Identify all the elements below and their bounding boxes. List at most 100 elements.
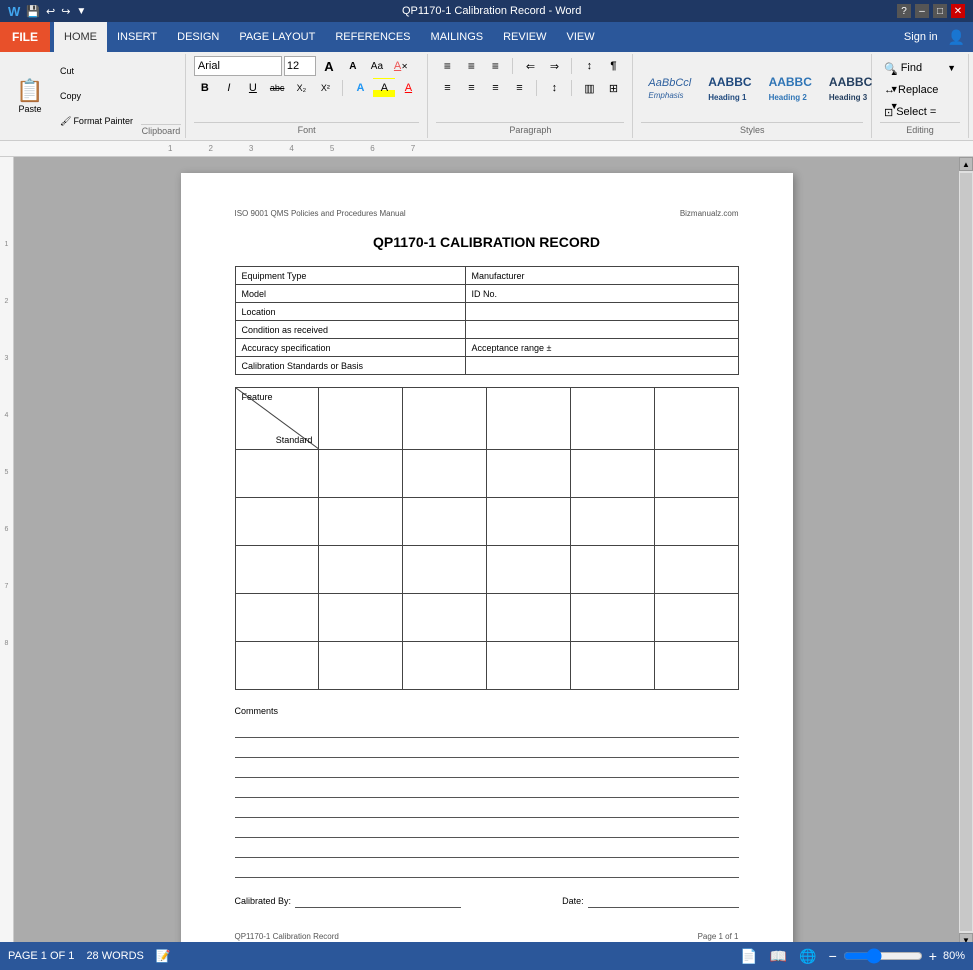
font-name-input[interactable]: [194, 56, 282, 76]
format-painter-button[interactable]: 🖌 Format Painter: [56, 114, 137, 129]
tab-mailings[interactable]: MAILINGS: [421, 22, 494, 52]
line-spacing-button[interactable]: ↕: [543, 78, 565, 98]
data-cell: [235, 594, 319, 642]
font-grow-button[interactable]: A: [318, 56, 340, 76]
zoom-level: 80%: [943, 950, 965, 962]
web-layout-button[interactable]: 🌐: [797, 946, 818, 967]
data-cell: [570, 594, 654, 642]
close-button[interactable]: ✕: [951, 4, 965, 18]
style-heading1[interactable]: AABBCHeading 1: [701, 72, 758, 106]
tab-view[interactable]: VIEW: [557, 22, 605, 52]
date-field: Date:: [562, 894, 738, 908]
change-case-button[interactable]: Aa: [366, 56, 388, 76]
select-button[interactable]: ⊡ Select =: [880, 102, 960, 122]
align-right-button[interactable]: ≡: [484, 78, 506, 98]
restore-button[interactable]: □: [933, 4, 947, 18]
italic-button[interactable]: I: [218, 78, 240, 98]
borders-button[interactable]: ⊞: [602, 78, 624, 98]
tab-design[interactable]: DESIGN: [167, 22, 229, 52]
superscript-button[interactable]: X²: [314, 78, 336, 98]
para-sep4: [571, 80, 572, 96]
align-left-button[interactable]: ≡: [436, 78, 458, 98]
read-mode-button[interactable]: 📖: [768, 946, 789, 967]
data-cell: [570, 498, 654, 546]
strikethrough-button[interactable]: abc: [266, 78, 289, 98]
font-shrink-button[interactable]: A: [342, 56, 364, 76]
zoom-in-button[interactable]: +: [927, 946, 939, 966]
style-heading2[interactable]: AABBCHeading 2: [762, 72, 819, 106]
tab-page-layout[interactable]: PAGE LAYOUT: [229, 22, 325, 52]
find-button[interactable]: 🔍 Find ▼: [880, 58, 960, 78]
replace-icon: ↔: [884, 84, 895, 96]
manufacturer-label: Manufacturer: [465, 267, 738, 285]
cut-button[interactable]: Cut: [56, 64, 137, 78]
highlight-button[interactable]: A: [373, 78, 395, 98]
multilevel-button[interactable]: ≡: [484, 56, 506, 76]
underline-button[interactable]: U: [242, 78, 264, 98]
copy-button[interactable]: Copy: [56, 89, 137, 103]
model-label: Model: [235, 285, 465, 303]
feature-col-4: [570, 388, 654, 450]
date-label: Date:: [562, 896, 584, 906]
feature-standard-header: Feature Standard: [235, 388, 319, 450]
editing-buttons: 🔍 Find ▼ ↔ Replace ⊡ Select =: [880, 56, 960, 122]
data-cell: [235, 450, 319, 498]
scroll-thumb[interactable]: [960, 173, 972, 931]
data-cell: [403, 642, 487, 690]
print-layout-view-button[interactable]: 📄: [738, 946, 759, 967]
decrease-indent-button[interactable]: ⇐: [519, 56, 541, 76]
paste-label: Paste: [18, 104, 41, 114]
quick-access-undo[interactable]: ↩: [46, 5, 55, 18]
data-cell: [403, 450, 487, 498]
justify-button[interactable]: ≡: [508, 78, 530, 98]
standard-label: Standard: [276, 435, 313, 445]
tab-insert[interactable]: INSERT: [107, 22, 167, 52]
user-options-icon[interactable]: 👤: [948, 29, 973, 46]
center-button[interactable]: ≡: [460, 78, 482, 98]
font-color-button[interactable]: A: [397, 78, 419, 98]
table-row: Location: [235, 303, 738, 321]
clipboard-group: 📋 Paste Cut Copy 🖌 Format Painter Clipbo…: [4, 54, 186, 138]
show-hide-button[interactable]: ¶: [602, 56, 624, 76]
document-area: ISO 9001 QMS Policies and Procedures Man…: [14, 157, 959, 947]
sort-button[interactable]: ↕: [578, 56, 600, 76]
styles-group: AaBbCclEmphasis AABBCHeading 1 AABBCHead…: [633, 54, 872, 138]
font-size-input[interactable]: [284, 56, 316, 76]
find-dropdown[interactable]: ▼: [947, 63, 956, 73]
ruler-marks: 1 2 3 4 5 6 7: [168, 144, 415, 153]
ribbon-tabs: HOME INSERT DESIGN PAGE LAYOUT REFERENCE…: [50, 22, 605, 52]
subscript-button[interactable]: X₂: [290, 78, 312, 98]
text-effect-button[interactable]: A: [349, 78, 371, 98]
tab-review[interactable]: REVIEW: [493, 22, 556, 52]
date-line: [588, 894, 739, 908]
table-row: [235, 642, 738, 690]
search-icon: 🔍: [884, 62, 898, 75]
replace-button[interactable]: ↔ Replace: [880, 80, 960, 100]
paste-button[interactable]: 📋 Paste: [8, 56, 52, 136]
zoom-slider[interactable]: [843, 948, 923, 964]
numbered-button[interactable]: ≡: [460, 56, 482, 76]
track-changes-icon[interactable]: 📝: [156, 949, 171, 963]
bullets-button[interactable]: ≡: [436, 56, 458, 76]
sign-in-button[interactable]: Sign in: [894, 31, 948, 43]
style-emphasis[interactable]: AaBbCclEmphasis: [641, 74, 698, 104]
quick-access-custom[interactable]: ▼: [76, 6, 86, 17]
tab-home[interactable]: HOME: [54, 22, 107, 52]
scroll-up-button[interactable]: ▲: [959, 157, 973, 171]
style-heading3[interactable]: AABBCHeading 3: [822, 72, 879, 106]
shading-button[interactable]: ▥: [578, 78, 600, 98]
vertical-scrollbar[interactable]: ▲ ▼: [959, 157, 973, 947]
para-sep2: [571, 58, 572, 74]
bold-button[interactable]: B: [194, 78, 216, 98]
paste-icon: 📋: [16, 78, 43, 104]
data-cell: [654, 546, 738, 594]
minimize-button[interactable]: –: [915, 4, 929, 18]
quick-access-redo[interactable]: ↪: [61, 5, 70, 18]
quick-access-save[interactable]: 💾: [26, 5, 40, 18]
file-tab[interactable]: FILE: [0, 22, 50, 52]
clear-format-button[interactable]: A✕: [390, 56, 412, 76]
zoom-out-button[interactable]: −: [827, 946, 839, 966]
increase-indent-button[interactable]: ⇒: [543, 56, 565, 76]
tab-references[interactable]: REFERENCES: [325, 22, 420, 52]
help-button[interactable]: ?: [897, 4, 911, 18]
